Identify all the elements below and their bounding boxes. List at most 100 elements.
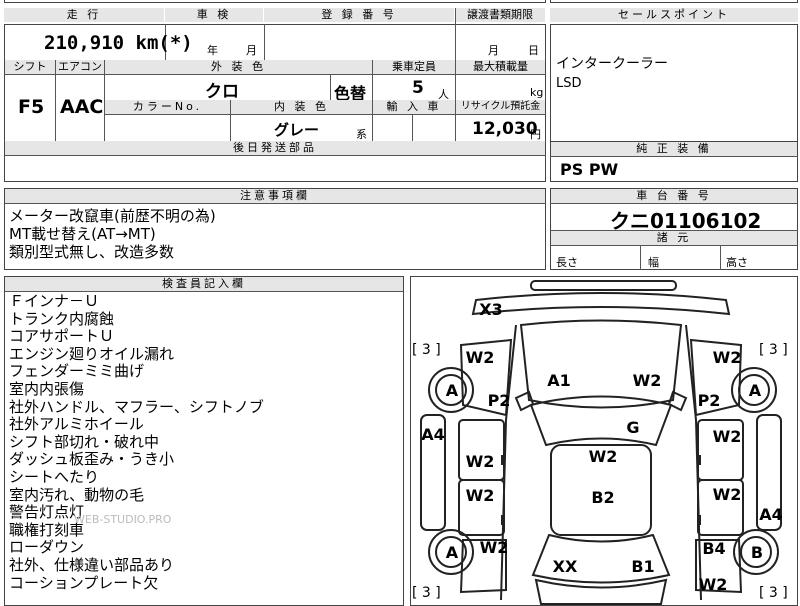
dims-width: 幅 bbox=[648, 256, 659, 269]
dims-height: 高さ bbox=[726, 256, 748, 269]
top-frame bbox=[4, 0, 546, 3]
damage-mark: G bbox=[626, 418, 639, 437]
damage-mark: P2 bbox=[488, 391, 511, 410]
dims-header: 諸 元 bbox=[551, 231, 797, 245]
notes-header: 注意事項欄 bbox=[5, 189, 545, 203]
mileage-header: 走 行 bbox=[4, 8, 164, 22]
transfer-month-unit: 月 bbox=[488, 44, 499, 57]
damage-mark: A bbox=[749, 381, 762, 400]
inspector-note: 社外ハンドル、マフラー、シフトノブ bbox=[9, 397, 264, 416]
inspector-note: 警告灯点灯 bbox=[9, 503, 85, 522]
grid-line bbox=[264, 24, 265, 60]
inspector-notes-list: Ｆインナ－Ｕ トランク内腐蝕 コアサポートＵ エンジン廻りオイル漏れ フェンダー… bbox=[9, 292, 401, 592]
damage-mark: W2 bbox=[466, 486, 495, 505]
grid-line bbox=[4, 155, 546, 156]
damage-mark: W2 bbox=[713, 427, 742, 446]
aircon-value: AAC bbox=[60, 96, 104, 118]
interior-color-suffix: 系 bbox=[356, 128, 367, 141]
damage-mark: W2 bbox=[480, 538, 509, 557]
registration-header: 登 録 番 号 bbox=[264, 8, 454, 22]
later-parts-header: 後日発送部品 bbox=[5, 141, 545, 155]
inspection-month-unit: 月 bbox=[246, 44, 257, 57]
sales-point-item: インタークーラー bbox=[556, 56, 668, 72]
damage-mark: P2 bbox=[698, 391, 721, 410]
grid-line bbox=[455, 8, 456, 60]
notes-line: 類別型式無し、改造多数 bbox=[9, 243, 175, 261]
aircon-header: エアコン bbox=[56, 60, 104, 74]
inspector-header: 検査員記入欄 bbox=[5, 277, 403, 291]
dims-length: 長さ bbox=[556, 256, 578, 269]
left-front-door bbox=[458, 419, 505, 481]
damage-mark: W2 bbox=[466, 348, 495, 367]
tire-tread-rear-left: [ 3 ] bbox=[412, 585, 441, 601]
door-handle bbox=[501, 515, 504, 525]
inspector-note: 室内汚れ、動物の毛 bbox=[9, 485, 145, 504]
car-diagram-box: [ 3 ] [ 3 ] [ 3 ] [ 3 ] X3 W2 W2 A A A1 … bbox=[410, 276, 798, 606]
capacity-header: 乗車定員 bbox=[373, 60, 455, 74]
inspector-note: トランク内腐蝕 bbox=[9, 309, 115, 328]
hood-outline bbox=[519, 319, 683, 409]
inspector-note: コーションプレート欠 bbox=[9, 573, 159, 592]
exterior-color-header: 外 装 色 bbox=[105, 60, 372, 74]
inspector-note: コアサポートＵ bbox=[9, 327, 115, 346]
notes-line: MT載せ替え(AT→MT) bbox=[9, 225, 156, 243]
trunk-outline bbox=[534, 578, 668, 605]
recycle-fee-unit: 円 bbox=[530, 128, 541, 141]
grid-line bbox=[720, 245, 721, 270]
inspector-note: 室内内張傷 bbox=[9, 379, 85, 398]
genuine-equipment-value: PS PW bbox=[560, 160, 619, 179]
damage-mark: A bbox=[446, 543, 459, 562]
car-diagram: [ 3 ] [ 3 ] [ 3 ] [ 3 ] X3 W2 W2 A A A1 … bbox=[412, 280, 788, 605]
sales-point-header: セールスポイント bbox=[550, 8, 798, 22]
inspector-note: 社外、仕様違い部品あり bbox=[9, 555, 175, 574]
damage-mark: W2 bbox=[466, 452, 495, 471]
exterior-color-value: クロ bbox=[205, 82, 239, 102]
front-bumper-top bbox=[530, 280, 677, 291]
transfer-day-unit: 日 bbox=[528, 44, 539, 57]
sales-point-box bbox=[550, 24, 798, 144]
inspector-note: ダッシュ板歪み・うき小 bbox=[9, 450, 175, 469]
grid-line bbox=[104, 114, 546, 115]
grid-line bbox=[4, 203, 546, 204]
sales-point-item: LSD bbox=[556, 76, 582, 91]
shift-value: F5 bbox=[18, 96, 45, 118]
grid-line bbox=[640, 245, 641, 270]
inspection-header: 車 検 bbox=[165, 8, 263, 22]
grid-line bbox=[330, 74, 331, 100]
grid-line bbox=[412, 114, 413, 141]
tire-tread-front-right: [ 3 ] bbox=[759, 342, 788, 358]
inspector-note: シフト部切れ・破れ中 bbox=[9, 432, 160, 451]
inspector-note: フェンダーミミ曲げ bbox=[9, 362, 145, 381]
damage-mark: W2 bbox=[713, 485, 742, 504]
inspector-note: 社外アルミホイール bbox=[9, 415, 144, 434]
damage-mark: W2 bbox=[699, 575, 728, 594]
damage-mark: X3 bbox=[479, 300, 502, 319]
notes-line: メーター改竄車(前歴不明の為) bbox=[9, 207, 216, 225]
inspector-note: ローダウン bbox=[9, 538, 85, 557]
recycle-fee-header: リサイクル預託金 bbox=[456, 100, 545, 114]
damage-mark: W2 bbox=[633, 371, 662, 390]
damage-mark: A1 bbox=[547, 371, 571, 390]
damage-mark: W2 bbox=[713, 348, 742, 367]
chassis-header: 車 台 番 号 bbox=[551, 189, 797, 203]
door-handle bbox=[698, 515, 701, 525]
grid-line bbox=[550, 203, 798, 204]
door-handle bbox=[501, 455, 504, 465]
inspector-note: シートへたり bbox=[9, 467, 100, 486]
capacity-value: 5 bbox=[412, 78, 424, 98]
genuine-equipment-header: 純 正 装 備 bbox=[551, 142, 797, 156]
grid-line bbox=[550, 156, 798, 157]
damage-mark: B2 bbox=[591, 488, 614, 507]
inspector-note: 職権打刻車 bbox=[9, 520, 85, 539]
grid-line bbox=[550, 245, 798, 246]
max-load-unit: kg bbox=[530, 86, 544, 99]
damage-mark: B4 bbox=[702, 539, 725, 558]
damage-mark: A bbox=[446, 381, 459, 400]
front-bumper bbox=[471, 292, 731, 316]
watermark: WEB-STUDIO.PRO bbox=[74, 513, 172, 526]
transfer-deadline-header: 譲渡書類期限 bbox=[455, 8, 545, 22]
interior-color-value: グレー bbox=[274, 121, 320, 139]
mileage-value: 210,910 km(*) bbox=[44, 32, 193, 54]
inspector-note: Ｆインナ－Ｕ bbox=[9, 292, 100, 310]
inspector-note: エンジン廻りオイル漏れ bbox=[9, 344, 175, 363]
